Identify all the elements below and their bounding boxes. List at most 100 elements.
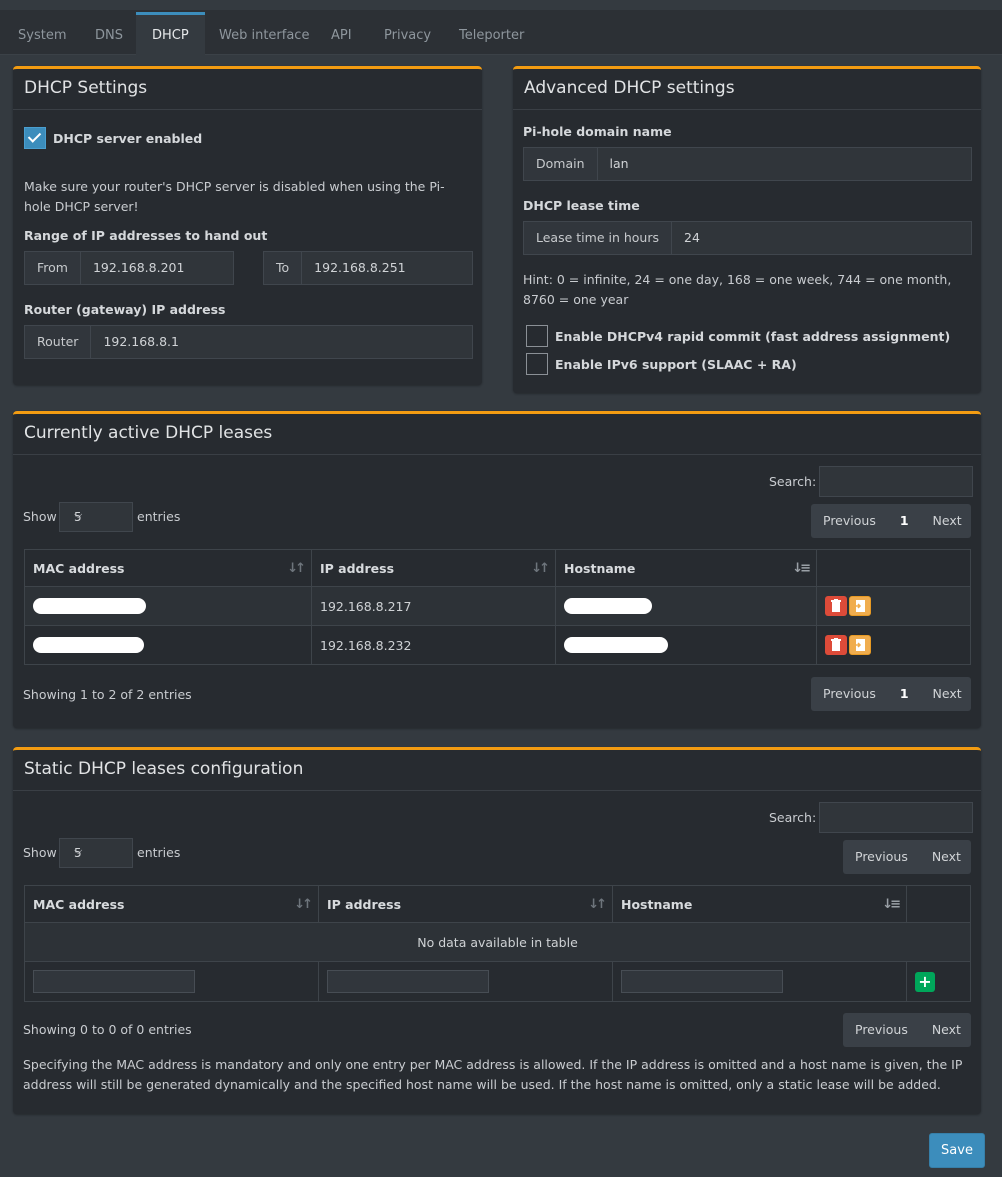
box-header: DHCP Settings xyxy=(13,69,482,110)
router-addon: Router xyxy=(25,326,92,358)
next-button[interactable]: Next xyxy=(920,1013,973,1047)
router-warning: Make sure your router's DHCP server is d… xyxy=(24,179,445,214)
range-to-group: To 192.168.8.251 xyxy=(263,251,473,285)
box-title: Advanced DHCP settings xyxy=(524,78,735,98)
new-mac-input[interactable] xyxy=(33,970,195,993)
mac-cell xyxy=(24,586,312,626)
dhcp-enabled-checkbox[interactable] xyxy=(24,127,46,149)
chevron-down-icon: ⌵ xyxy=(74,844,83,857)
table-info: Showing 0 to 0 of 0 entries xyxy=(23,1022,192,1037)
col-mac-address[interactable]: MAC address ↓↑ xyxy=(24,549,312,587)
lease-time-addon: Lease time in hours xyxy=(524,222,672,254)
settings-tab-bar: System DNS DHCP Web interface API Privac… xyxy=(0,10,1002,57)
tab-dns[interactable]: DNS xyxy=(79,12,139,54)
new-lease-row: + xyxy=(24,961,971,1002)
range-label: Range of IP addresses to hand out xyxy=(24,228,268,243)
domain-input[interactable]: lan xyxy=(598,148,971,180)
previous-button[interactable]: Previous xyxy=(811,677,888,711)
next-button[interactable]: Next xyxy=(920,840,973,874)
next-button[interactable]: Next xyxy=(921,677,974,711)
previous-button[interactable]: Previous xyxy=(811,504,888,538)
ip-cell: 192.168.8.217 xyxy=(311,586,556,626)
sort-desc-icon: ↓≡ xyxy=(792,561,811,576)
sort-icon: ↓↑ xyxy=(294,897,313,912)
pagination-top: Previous Next xyxy=(843,840,971,874)
tab-system[interactable]: System xyxy=(2,12,82,54)
new-ip-input[interactable] xyxy=(327,970,489,993)
col-mac-address[interactable]: MAC address ↓↑ xyxy=(24,885,319,923)
page-1-button[interactable]: 1 xyxy=(888,504,921,538)
from-addon: From xyxy=(25,252,81,284)
tab-dhcp[interactable]: DHCP xyxy=(136,12,205,57)
page-1-button[interactable]: 1 xyxy=(888,677,921,711)
new-ip-cell xyxy=(318,961,613,1002)
ip-cell: 192.168.8.232 xyxy=(311,625,556,665)
advanced-dhcp-box: Advanced DHCP settings Pi-hole domain na… xyxy=(513,66,981,393)
table-row: 192.168.8.217 xyxy=(24,586,971,626)
copy-to-static-button[interactable] xyxy=(849,596,871,616)
show-label: Show xyxy=(23,845,57,860)
save-button[interactable]: Save xyxy=(929,1133,985,1168)
lease-time-input[interactable]: 24 xyxy=(672,222,971,254)
domain-label: Pi-hole domain name xyxy=(523,124,672,139)
search-input[interactable] xyxy=(819,466,973,497)
copy-to-static-button[interactable] xyxy=(849,635,871,655)
new-hostname-input[interactable] xyxy=(621,970,783,993)
sort-desc-icon: ↓≡ xyxy=(882,897,901,912)
col-hostname[interactable]: Hostname ↓≡ xyxy=(612,885,907,923)
tab-api[interactable]: API xyxy=(315,12,368,54)
page-size-select[interactable]: 5 ⌵ xyxy=(59,838,133,868)
box-header: Currently active DHCP leases xyxy=(13,414,981,455)
box-header: Static DHCP leases configuration xyxy=(13,750,981,791)
box-title: Currently active DHCP leases xyxy=(24,423,273,443)
redacted-hostname xyxy=(564,637,668,654)
previous-button[interactable]: Previous xyxy=(843,840,920,874)
add-static-lease-button[interactable]: + xyxy=(915,971,935,992)
static-lease-note: Specifying the MAC address is mandatory … xyxy=(23,1057,963,1092)
chevron-down-icon: ⌵ xyxy=(74,508,83,521)
empty-message: No data available in table xyxy=(24,922,971,962)
table-row: 192.168.8.232 xyxy=(24,625,971,665)
actions-cell xyxy=(816,625,971,665)
search-input[interactable] xyxy=(819,802,973,833)
sort-icon: ↓↑ xyxy=(588,897,607,912)
rapid-commit-label: Enable DHCPv4 rapid commit (fast address… xyxy=(555,329,951,344)
col-ip-address[interactable]: IP address ↓↑ xyxy=(311,549,556,587)
box-header: Advanced DHCP settings xyxy=(513,69,981,110)
pagination-top: Previous 1 Next xyxy=(811,504,971,538)
ipv6-label: Enable IPv6 support (SLAAC + RA) xyxy=(555,357,797,372)
router-input[interactable]: 192.168.8.1 xyxy=(91,326,472,358)
col-ip-address[interactable]: IP address ↓↑ xyxy=(318,885,613,923)
col-hostname[interactable]: Hostname ↓≡ xyxy=(555,549,817,587)
add-cell: + xyxy=(906,961,971,1002)
new-hostname-cell xyxy=(612,961,907,1002)
tab-web-interface[interactable]: Web interface xyxy=(203,12,325,54)
pagination-bottom: Previous Next xyxy=(843,1013,971,1047)
lease-hint: Hint: 0 = infinite, 24 = one day, 168 = … xyxy=(523,272,952,307)
tab-teleporter[interactable]: Teleporter xyxy=(443,12,540,54)
ipv6-checkbox[interactable] xyxy=(526,353,548,375)
trash-icon xyxy=(831,638,841,651)
previous-button[interactable]: Previous xyxy=(843,1013,920,1047)
redacted-hostname xyxy=(564,598,652,615)
range-from-input[interactable]: 192.168.8.201 xyxy=(81,252,233,284)
next-button[interactable]: Next xyxy=(921,504,974,538)
trash-icon xyxy=(831,599,841,612)
page-size-select[interactable]: 5 ⌵ xyxy=(59,502,133,532)
search-label: Search: xyxy=(769,810,817,825)
delete-lease-button[interactable] xyxy=(825,635,847,655)
table-info: Showing 1 to 2 of 2 entries xyxy=(23,687,192,702)
box-title: DHCP Settings xyxy=(24,78,148,98)
file-import-icon xyxy=(854,600,865,612)
active-leases-table: MAC address ↓↑ IP address ↓↑ Hostname ↓≡ 19… xyxy=(24,549,971,665)
entries-label: entries xyxy=(137,845,181,860)
pagination-bottom: Previous 1 Next xyxy=(811,677,971,711)
static-leases-table: MAC address ↓↑ IP address ↓↑ Hostname ↓≡ No… xyxy=(24,885,971,1002)
rapid-commit-checkbox[interactable] xyxy=(526,325,548,347)
range-to-input[interactable]: 192.168.8.251 xyxy=(302,252,472,284)
sort-icon: ↓↑ xyxy=(287,561,306,576)
delete-lease-button[interactable] xyxy=(825,596,847,616)
redacted-mac xyxy=(33,598,146,615)
tab-privacy[interactable]: Privacy xyxy=(368,12,447,54)
new-mac-cell xyxy=(24,961,319,1002)
